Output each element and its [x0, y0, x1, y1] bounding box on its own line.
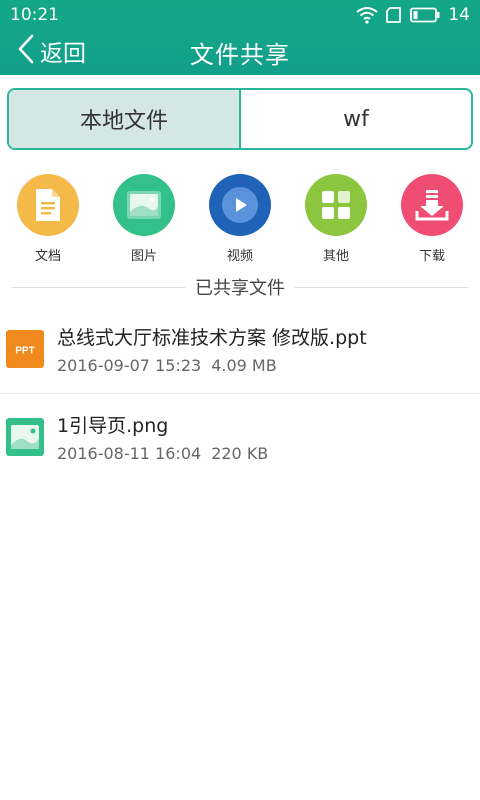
category-images[interactable]: 图片 [104, 174, 184, 264]
video-icon [209, 174, 271, 236]
source-tabs: 本地文件 wf [7, 88, 473, 150]
file-name: 总线式大厅标准技术方案 修改版.ppt [57, 327, 367, 349]
tab-local-files[interactable]: 本地文件 [9, 90, 241, 148]
page-title: 文件共享 [190, 41, 290, 69]
file-name: 1引导页.png [57, 415, 169, 437]
divider-line [12, 286, 185, 288]
category-label: 下载 [418, 249, 445, 264]
category-label: 其他 [322, 249, 349, 264]
grid-icon [305, 174, 367, 236]
file-size: 220 KB [211, 444, 269, 463]
file-date: 2016-09-07 15:23 [57, 356, 202, 375]
wifi-icon [356, 6, 378, 24]
image-file-icon [6, 418, 44, 456]
status-time: 10:21 [10, 5, 59, 25]
category-downloads[interactable]: 下载 [392, 174, 472, 264]
nav-bar: 返回 文件共享 [0, 30, 480, 75]
category-videos[interactable]: 视频 [200, 174, 280, 264]
status-indicators: 14 [356, 5, 470, 25]
file-date: 2016-08-11 16:04 [57, 444, 202, 463]
battery-level: 14 [448, 5, 470, 25]
sim-card-icon [386, 7, 402, 23]
shared-files-divider: 已共享文件 [12, 274, 468, 300]
status-bar: 10:21 14 [0, 0, 480, 30]
battery-icon [410, 7, 440, 23]
file-meta: 2016-09-07 15:23 4.09 MB [57, 356, 277, 375]
category-grid: 文档 图片 视频 其他 下载 [0, 174, 480, 266]
category-label: 视频 [226, 249, 253, 264]
app-header: 10:21 14 返回 文件共享 [0, 0, 480, 75]
category-documents[interactable]: 文档 [8, 174, 88, 264]
file-list-item[interactable]: 1引导页.png 2016-08-11 16:04 220 KB [0, 394, 480, 482]
section-title: 已共享文件 [195, 278, 285, 299]
divider-line [295, 286, 468, 288]
tab-wf[interactable]: wf [241, 90, 471, 148]
image-icon [113, 174, 175, 236]
file-size: 4.09 MB [211, 356, 277, 375]
document-icon [17, 174, 79, 236]
ppt-file-icon: PPT [6, 330, 44, 368]
file-meta: 2016-08-11 16:04 220 KB [57, 444, 268, 463]
category-label: 图片 [130, 249, 157, 264]
category-other[interactable]: 其他 [296, 174, 376, 264]
category-label: 文档 [34, 249, 61, 264]
file-icon-text: PPT [15, 346, 34, 357]
file-list-item[interactable]: PPT 总线式大厅标准技术方案 修改版.ppt 2016-09-07 15:23… [0, 306, 480, 394]
download-icon [401, 174, 463, 236]
